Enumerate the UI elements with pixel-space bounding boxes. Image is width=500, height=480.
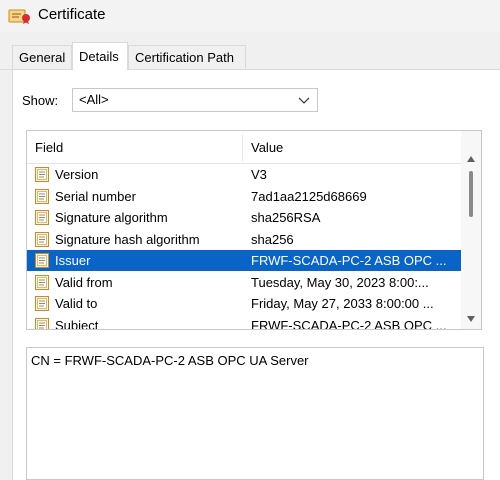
cert-field-icon bbox=[35, 296, 49, 311]
list-row[interactable]: Issuer FRWF-SCADA-PC-2 ASB OPC ... bbox=[27, 250, 461, 271]
field-detail-box[interactable]: CN = FRWF-SCADA-PC-2 ASB OPC UA Server bbox=[26, 347, 484, 480]
title-bar: Certificate bbox=[0, 0, 500, 32]
cert-field-icon bbox=[35, 317, 49, 329]
show-dropdown[interactable]: <All> bbox=[72, 88, 318, 112]
fields-list[interactable]: Field Value Version V3 Serial number 7ad1aa… bbox=[26, 130, 482, 330]
chevron-down-icon bbox=[298, 97, 310, 104]
list-row[interactable]: Valid to Friday, May 27, 2033 8:00:00 ... bbox=[27, 293, 461, 314]
list-header: Field Value bbox=[27, 131, 461, 164]
list-row[interactable]: Signature hash algorithm sha256 bbox=[27, 229, 461, 250]
scroll-down-icon[interactable] bbox=[466, 315, 476, 323]
scroll-up-icon[interactable] bbox=[466, 155, 476, 163]
field-detail-text: CN = FRWF-SCADA-PC-2 ASB OPC UA Server bbox=[31, 353, 309, 368]
field-value: V3 bbox=[251, 167, 267, 182]
cert-field-icon bbox=[35, 274, 49, 290]
list-row[interactable]: Serial number 7ad1aa2125d68669 bbox=[27, 186, 461, 207]
scroll-thumb[interactable] bbox=[469, 171, 473, 217]
tab-label: General bbox=[19, 50, 66, 65]
field-name: Signature hash algorithm bbox=[55, 231, 200, 247]
list-row[interactable]: Signature algorithm sha256RSA bbox=[27, 207, 461, 228]
list-row[interactable]: Valid from Tuesday, May 30, 2023 8:00:... bbox=[27, 272, 461, 293]
vertical-scrollbar[interactable] bbox=[461, 131, 481, 329]
field-name: Subject bbox=[55, 317, 99, 330]
field-name: Valid to bbox=[55, 296, 98, 311]
tab-details[interactable]: Details bbox=[72, 42, 128, 70]
field-value: Friday, May 27, 2033 8:00:00 ... bbox=[251, 296, 434, 311]
cert-field-icon bbox=[35, 167, 49, 182]
field-value: FRWF-SCADA-PC-2 ASB OPC ... bbox=[251, 253, 447, 268]
field-name: Version bbox=[55, 167, 99, 182]
tab-certification-path[interactable]: Certification Path bbox=[128, 45, 246, 69]
field-name: Valid from bbox=[55, 274, 113, 290]
list-row[interactable]: Subject FRWF-SCADA-PC-2 ASB OPC ... bbox=[27, 315, 461, 330]
column-divider[interactable] bbox=[242, 135, 243, 161]
field-value: sha256 bbox=[251, 231, 294, 247]
show-label: Show: bbox=[22, 93, 59, 108]
field-name: Signature algorithm bbox=[55, 210, 168, 225]
cert-field-icon bbox=[35, 210, 49, 225]
show-selected-value: <All> bbox=[79, 92, 109, 107]
field-value: sha256RSA bbox=[251, 210, 321, 225]
window-title: Certificate bbox=[38, 6, 106, 23]
list-row[interactable]: Version V3 bbox=[27, 164, 461, 185]
cert-field-icon bbox=[35, 231, 49, 247]
field-name: Issuer bbox=[55, 253, 91, 268]
field-value: Tuesday, May 30, 2023 8:00:... bbox=[251, 274, 429, 290]
field-value: 7ad1aa2125d68669 bbox=[251, 188, 367, 204]
certificate-icon bbox=[8, 9, 30, 24]
tab-general[interactable]: General bbox=[12, 45, 72, 69]
cert-field-icon bbox=[35, 253, 49, 268]
tab-label: Certification Path bbox=[135, 50, 234, 65]
field-name: Serial number bbox=[55, 188, 136, 204]
tab-label: Details bbox=[79, 49, 119, 64]
column-header-field[interactable]: Field bbox=[35, 140, 63, 155]
column-header-value[interactable]: Value bbox=[251, 140, 283, 155]
cert-field-icon bbox=[35, 188, 49, 204]
field-value: FRWF-SCADA-PC-2 ASB OPC ... bbox=[251, 317, 447, 330]
